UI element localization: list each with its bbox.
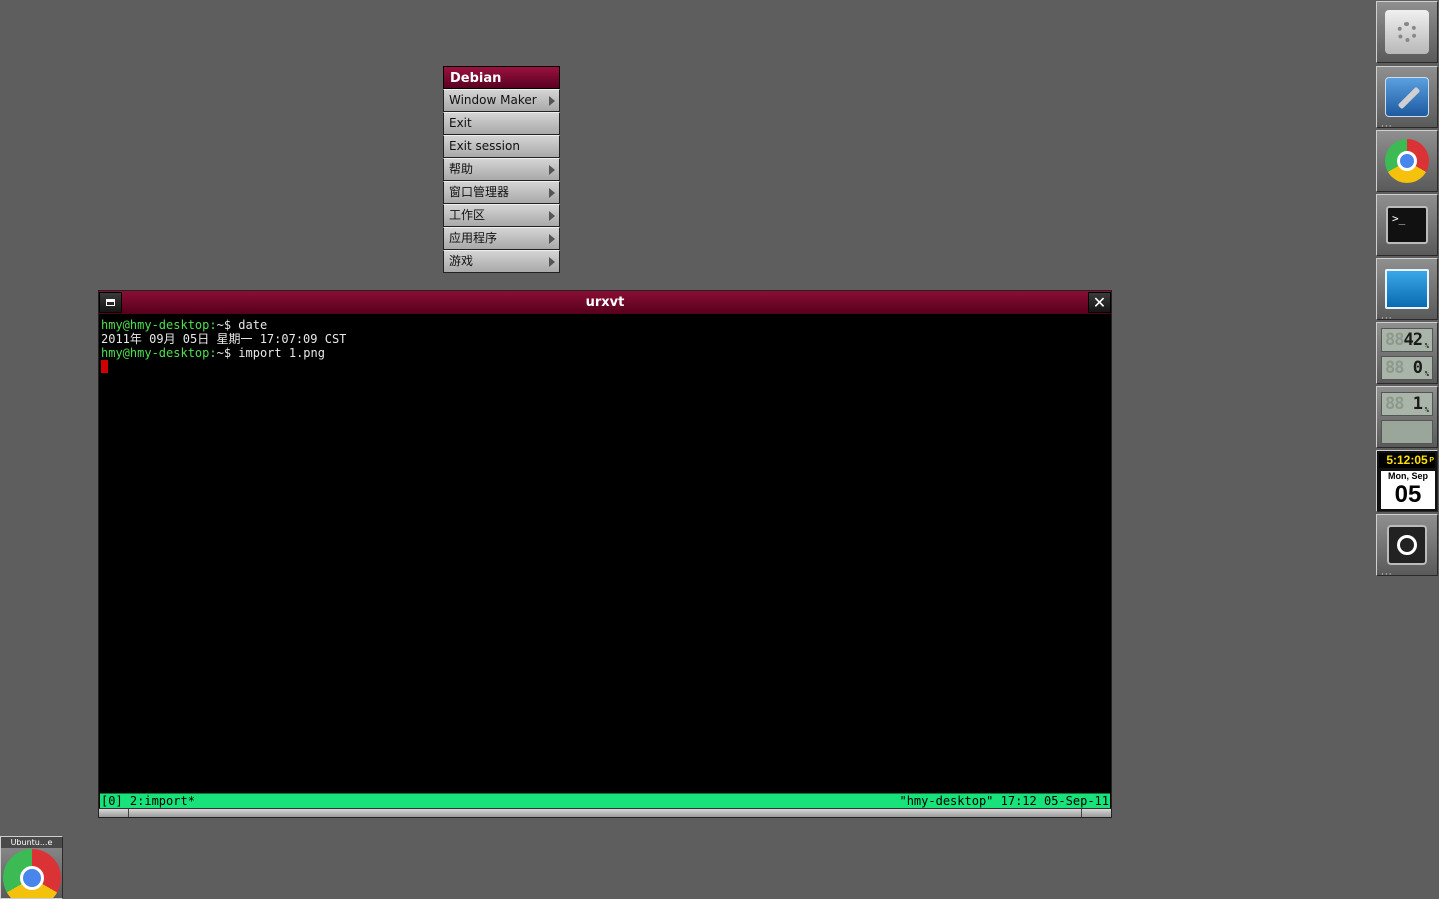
close-button[interactable]: ✕ [1088, 292, 1111, 313]
running-dots-icon: ··· [1381, 570, 1393, 580]
memory-lcd: 88 42 % [1381, 328, 1433, 352]
swap-value: 0 [1412, 358, 1423, 378]
terminal-text: 2011年 09月 05日 星期一 17:07:09 CST [101, 332, 347, 346]
cpu-lcd: 88 1 % [1381, 392, 1433, 416]
menu-item-applications[interactable]: 应用程序 [443, 227, 560, 250]
clock-date: Mon, Sep 05 [1381, 471, 1435, 509]
dock-tile-tools[interactable]: ··· [1376, 66, 1438, 132]
clock-day: 05 [1394, 481, 1422, 508]
lcd-ghost-digits: 88 [1385, 358, 1405, 378]
cpu-value: 1 [1412, 394, 1423, 414]
memory-unit: % [1424, 342, 1429, 350]
swap-lcd: 88 0 % [1381, 356, 1433, 380]
terminal-icon: >_ [1386, 206, 1428, 244]
menu-item-label: Exit [449, 116, 472, 130]
menu-item-label: 应用程序 [449, 231, 498, 245]
terminal-line: hmy@hmy-desktop:~$ import 1.png [101, 346, 1109, 360]
close-icon: ✕ [1092, 292, 1107, 312]
dock-tile-chrome[interactable] [1376, 130, 1438, 192]
menu-item-help[interactable]: 帮助 [443, 158, 560, 181]
lcd-ghost-digits: 88 [1385, 330, 1405, 350]
miniaturized-chrome-window[interactable]: Ubuntu...e [0, 836, 63, 899]
clock-time-value: 5:12:05 [1386, 453, 1428, 467]
submenu-arrow-icon [549, 257, 555, 267]
menu-item-label: Window Maker [449, 93, 537, 107]
dock-tile-clock[interactable]: 5:12:05 P Mon, Sep 05 [1376, 450, 1438, 512]
tools-icon [1385, 77, 1429, 117]
submenu-arrow-icon [549, 211, 555, 221]
window-titlebar[interactable]: urxvt ✕ [99, 291, 1111, 315]
menu-item-label: 游戏 [449, 254, 474, 268]
root-menu: Debian Window Maker Exit Exit session 帮助… [443, 66, 560, 273]
dock-tile-power[interactable]: ··· [1376, 514, 1438, 580]
chrome-icon [3, 849, 61, 898]
submenu-arrow-icon [549, 234, 555, 244]
terminal-command: ~$ import 1.png [216, 346, 325, 360]
menu-title[interactable]: Debian [443, 66, 560, 89]
dock-tile-terminal[interactable]: >_ [1376, 194, 1438, 256]
window-resizebar[interactable] [99, 808, 1111, 817]
clock-ampm: P [1429, 457, 1434, 464]
gear-icon [1385, 10, 1429, 54]
dock-tile-cpu-monitor[interactable]: 88 1 % [1376, 386, 1438, 448]
clock-time: 5:12:05 P [1379, 453, 1435, 468]
miniaturize-icon [106, 299, 115, 306]
desktop[interactable]: Debian Window Maker Exit Exit session 帮助… [0, 0, 1439, 899]
submenu-arrow-icon [549, 96, 555, 106]
menu-item-label: 工作区 [449, 208, 486, 222]
status-host-time: "hmy-desktop" 17:12 05-Sep-11 [899, 794, 1109, 808]
menu-item-workspaces[interactable]: 工作区 [443, 204, 560, 227]
submenu-arrow-icon [549, 165, 555, 175]
cpu-graph [1381, 420, 1433, 444]
lcd-ghost-digits: 88 [1385, 394, 1405, 414]
chrome-icon [1385, 139, 1429, 183]
submenu-arrow-icon [549, 188, 555, 198]
menu-item-games[interactable]: 游戏 [443, 250, 560, 273]
menu-item-label: 窗口管理器 [449, 185, 510, 199]
terminal-window: urxvt ✕ hmy@hmy-desktop:~$ date 2011年 09月… [98, 290, 1112, 818]
terminal-cursor [101, 360, 108, 373]
tmux-status-bar: [0] 2:import* "hmy-desktop" 17:12 05-Sep… [100, 793, 1110, 809]
dock-tile-settings[interactable] [1376, 1, 1438, 63]
terminal-line [101, 360, 1109, 374]
menu-item-label: Exit session [449, 139, 520, 153]
dock-tile-memory-monitor[interactable]: 88 42 % 88 0 % [1376, 322, 1438, 384]
terminal-command: ~$ date [216, 318, 268, 332]
dock-tile-system-monitor[interactable]: ··· [1376, 258, 1438, 324]
resize-handle-right[interactable] [1081, 809, 1082, 817]
system-monitor-icon [1385, 269, 1429, 309]
window-title: urxvt [585, 295, 625, 310]
terminal-line: 2011年 09月 05日 星期一 17:07:09 CST [101, 332, 1109, 346]
memory-value: 42 [1403, 330, 1424, 350]
terminal-output[interactable]: hmy@hmy-desktop:~$ date 2011年 09月 05日 星期一… [101, 318, 1109, 788]
cpu-unit: % [1424, 406, 1429, 414]
power-icon [1387, 525, 1427, 565]
menu-item-exit-session[interactable]: Exit session [443, 135, 560, 158]
menu-item-window-manager[interactable]: 窗口管理器 [443, 181, 560, 204]
miniaturized-title: Ubuntu...e [1, 837, 62, 848]
menu-item-label: 帮助 [449, 162, 474, 176]
miniaturize-button[interactable] [99, 292, 122, 313]
status-window-list[interactable]: [0] 2:import* [101, 794, 195, 808]
resize-handle-left[interactable] [128, 809, 129, 817]
terminal-prompt: hmy@hmy-desktop: [101, 318, 217, 332]
menu-item-window-maker[interactable]: Window Maker [443, 89, 560, 112]
terminal-prompt: hmy@hmy-desktop: [101, 346, 217, 360]
menu-item-exit[interactable]: Exit [443, 112, 560, 135]
terminal-line: hmy@hmy-desktop:~$ date [101, 318, 1109, 332]
swap-unit: % [1424, 370, 1429, 378]
